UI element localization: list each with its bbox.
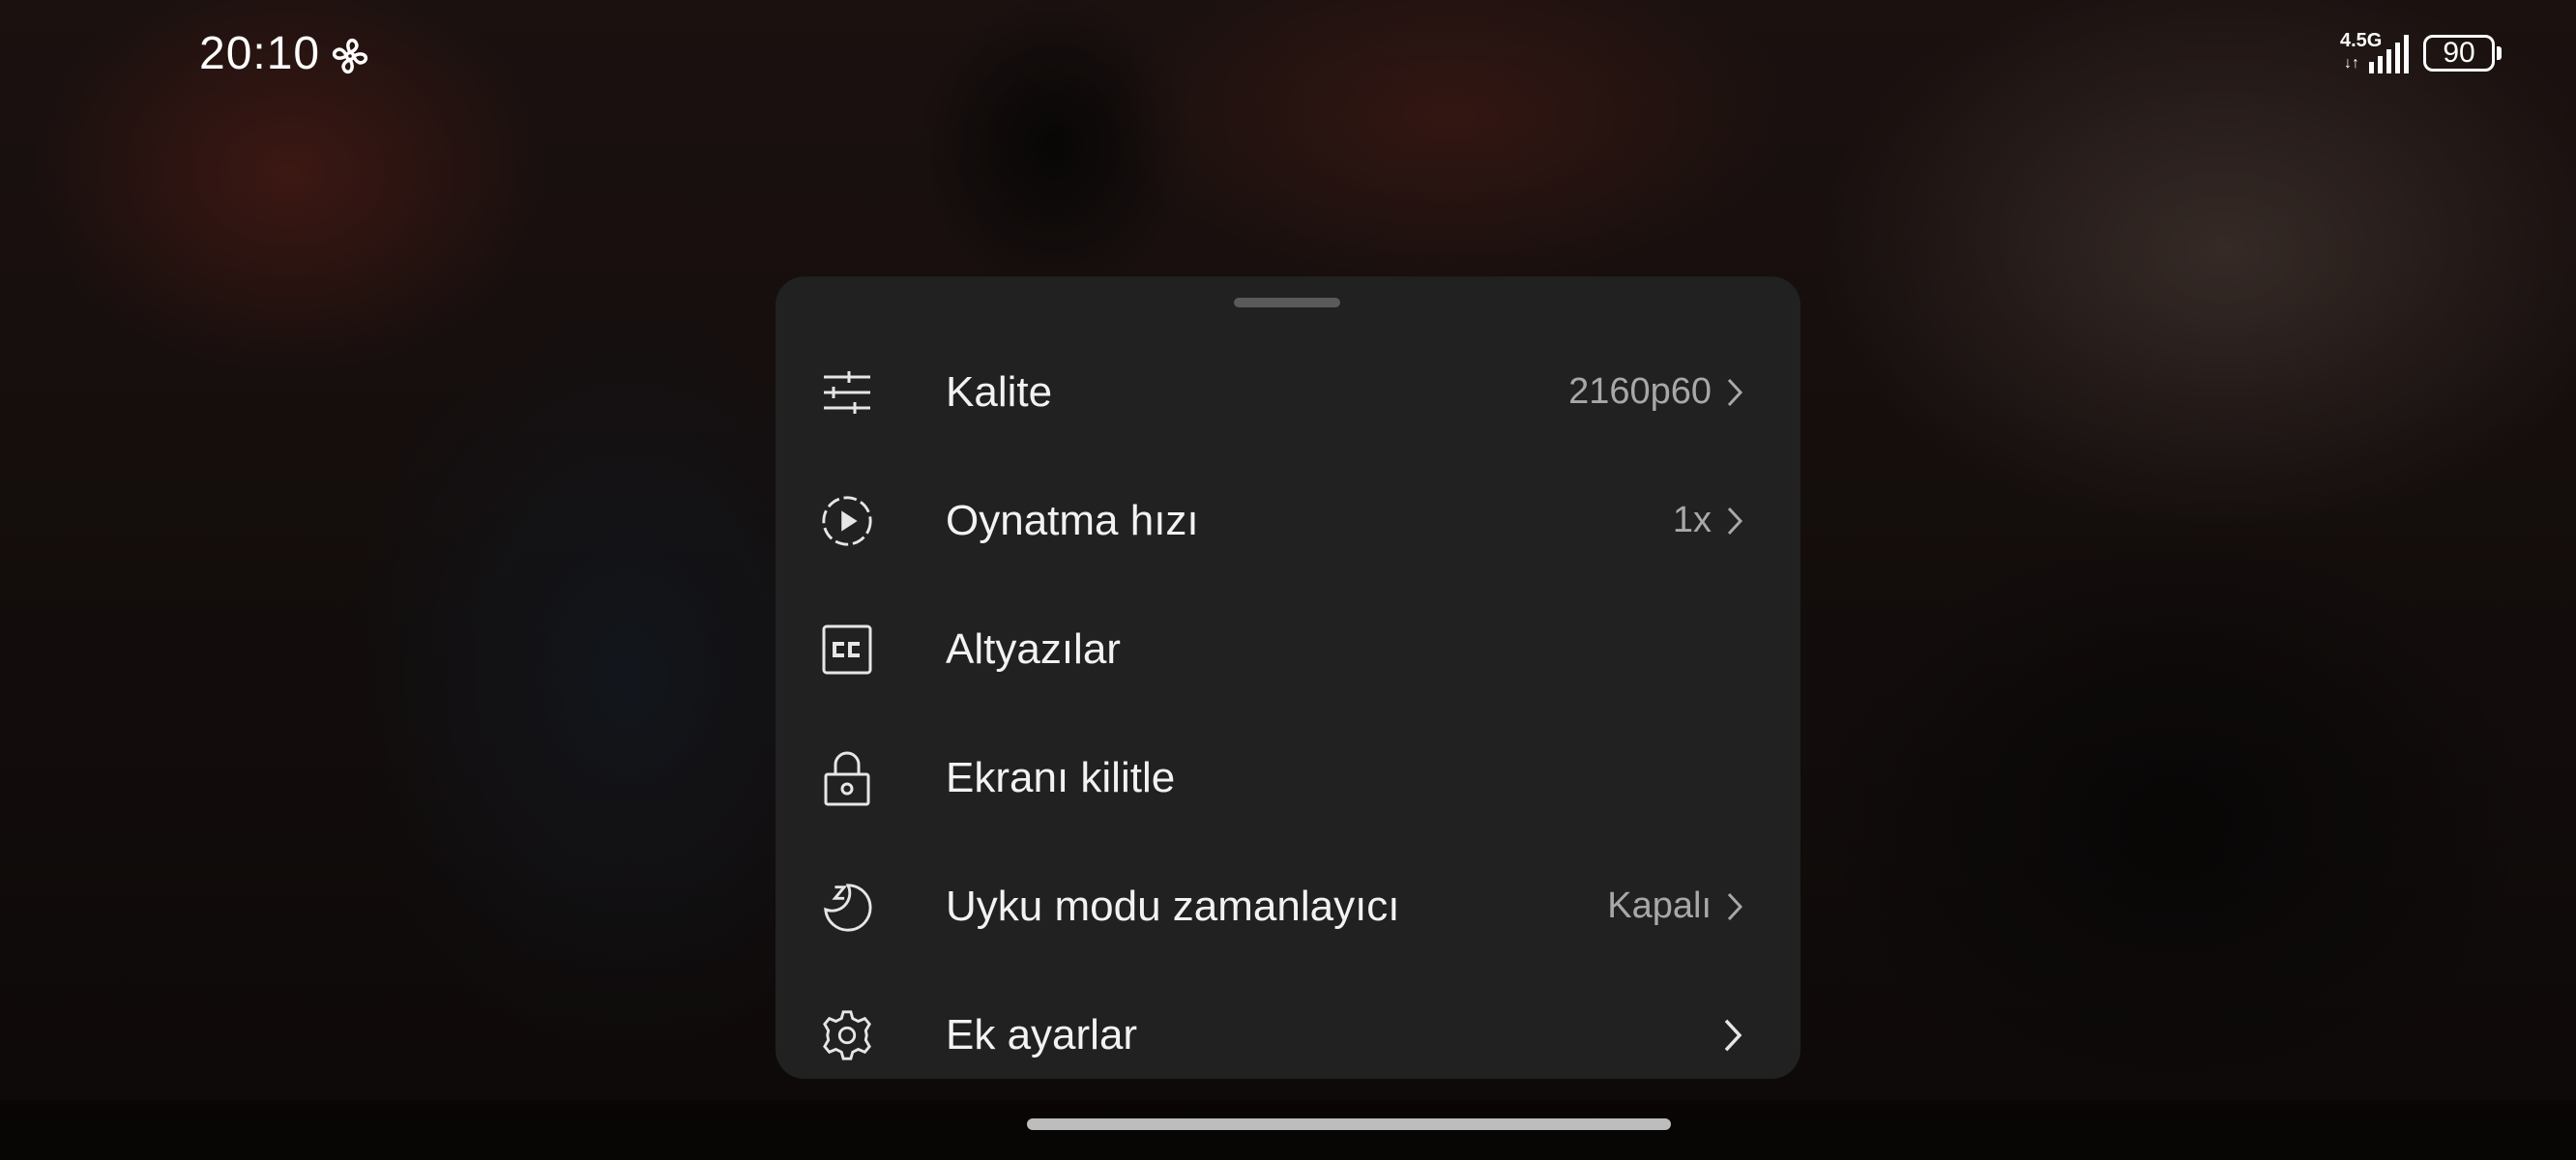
chevron-right-icon [1727, 378, 1743, 406]
chevron-right-icon [1727, 892, 1743, 920]
bottom-band [0, 1100, 2576, 1160]
signal-icon [2369, 35, 2409, 73]
menu-item-value: 2160p60 [1568, 371, 1712, 412]
menu-item-label: Oynatma hızı [946, 496, 1199, 544]
menu-item-sleep-timer[interactable]: Uyku modu zamanlayıcı Kapalı [776, 842, 1800, 971]
closed-captions-icon [820, 623, 874, 677]
menu-item-additional-settings[interactable]: Ek ayarlar [776, 971, 1800, 1099]
menu-item-playback-speed[interactable]: Oynatma hızı 1x [776, 456, 1800, 585]
fan-icon [332, 38, 368, 74]
menu-item-label: Altyazılar [946, 624, 1121, 673]
sheet-drag-handle[interactable] [1234, 298, 1340, 307]
menu-item-value: Kapalı [1607, 885, 1712, 926]
menu-item-value: 1x [1672, 500, 1712, 540]
menu-item-quality[interactable]: Kalite 2160p60 [776, 328, 1800, 456]
menu-item-label: Ekranı kilitle [946, 753, 1176, 801]
battery-icon: 90 [2423, 35, 2495, 72]
menu-item-lock-screen[interactable]: Ekranı kilitle [776, 713, 1800, 842]
player-settings-sheet: Kalite 2160p60 Oynatma hızı 1x Altyazıla… [776, 276, 1800, 1079]
gear-icon [820, 1008, 874, 1062]
home-indicator[interactable] [1027, 1118, 1671, 1130]
battery-level: 90 [2443, 37, 2475, 69]
status-time: 20:10 [199, 28, 321, 79]
chevron-right-icon [1727, 507, 1743, 535]
playback-speed-icon [820, 494, 874, 548]
lock-icon [820, 751, 874, 805]
network-activity: ↓↑ [2344, 55, 2359, 72]
menu-item-captions[interactable]: Altyazılar [776, 585, 1800, 713]
menu-item-label: Kalite [946, 367, 1053, 416]
sleep-timer-icon [820, 880, 874, 934]
menu-item-label: Uyku modu zamanlayıcı [946, 882, 1400, 930]
menu-item-label: Ek ayarlar [946, 1010, 1138, 1058]
chevron-right-icon [1724, 1019, 1742, 1051]
sliders-icon [820, 365, 874, 420]
battery-tip [2497, 46, 2502, 60]
